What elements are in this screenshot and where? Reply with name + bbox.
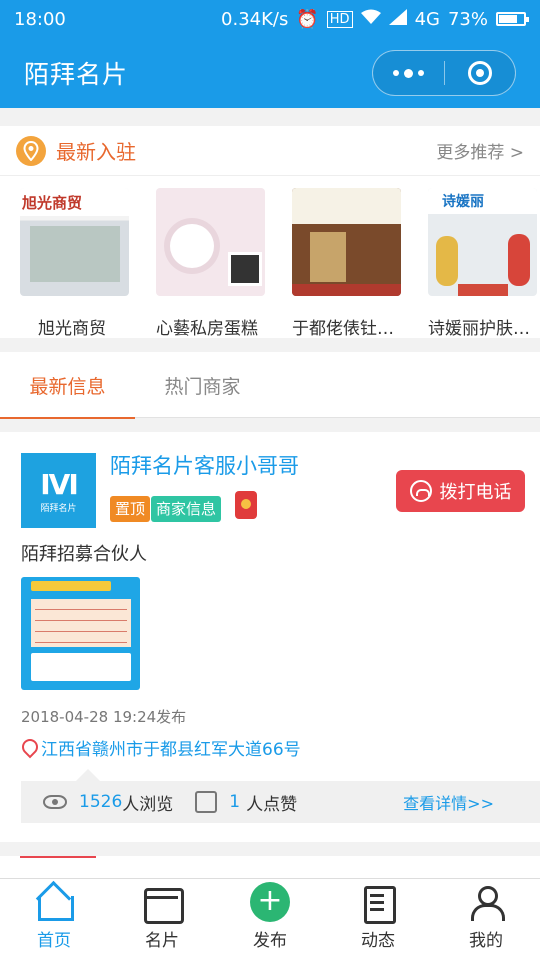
shop-sign: 诗媛丽 [428,188,537,214]
eye-icon [43,795,67,809]
card-icon [142,882,184,924]
shop-name: 于都佬俵钍… [292,319,394,339]
home-icon [34,882,74,922]
hd-icon: HD [326,10,353,28]
tabbar-label: 首页 [37,931,71,951]
post-address-text: 江西省赣州市于都县红军大道66号 [41,740,301,760]
tabbar-label: 我的 [469,931,503,951]
shop-item[interactable]: 心藝私房蛋糕 [156,188,265,339]
wifi-icon [360,9,381,30]
network-speed: 0.34K/s [221,8,289,30]
phone-icon [409,480,432,502]
new-entries-header: 最新入驻 更多推荐 > [0,126,540,176]
tabbar-label: 发布 [253,931,287,951]
call-button[interactable]: 拨打电话 [396,470,525,512]
page-title: 陌拜名片 [24,60,129,89]
shop-thumbnail [156,188,265,296]
new-entries-title: 最新入驻 [56,140,136,164]
plus-icon: + [250,882,290,922]
tabbar-label: 动态 [361,931,395,951]
alarm-icon: ⏰ [296,8,319,30]
tabbar-item-news[interactable]: 动态 [324,879,432,960]
title-bar: 陌拜名片 [0,38,540,108]
tabbar-item-me[interactable]: 我的 [432,879,540,960]
shop-sign: 旭光商贸 [20,188,129,216]
info-tabs: 最新信息 热门商家 [0,352,540,419]
status-time: 18:00 [14,8,66,30]
shop-thumbnail: 旭光商贸 [20,188,129,296]
tabbar-item-card[interactable]: 名片 [108,879,216,960]
thumbs-up-icon[interactable] [195,791,218,813]
post-content: 陌拜招募合伙人 [21,544,147,565]
like-count-suffix: 人点赞 [246,794,298,815]
news-icon [358,882,398,924]
shop-thumbnail: 诗媛丽 [428,188,537,296]
tabbar-label: 名片 [145,931,179,951]
shop-name: 诗媛丽护肤… [428,319,530,339]
call-button-label: 拨打电话 [439,482,512,503]
shop-name: 旭光商贸 [38,319,106,339]
like-count: 1 [229,792,241,812]
post-time: 2018-04-28 19:24发布 [21,708,187,726]
shop-item[interactable]: 旭光商贸 旭光商贸 [20,188,129,339]
network-type: 4G [414,8,440,30]
view-details-link[interactable]: 查看详情>> [403,790,494,814]
shop-item[interactable]: 于都佬俵钍… [292,188,401,339]
battery-icon [496,12,529,26]
user-icon [466,882,506,922]
tab-hot-merchants[interactable]: 热门商家 [135,352,270,418]
post-stats-bar: 1526 人浏览 1 人点赞 查看详情>> [21,769,540,823]
shop-thumbnail [292,188,401,296]
location-pin-icon [21,738,37,758]
shop-item[interactable]: 诗媛丽 诗媛丽护肤… [428,188,537,339]
avatar-logo: IVI [40,467,78,501]
merchant-info-badge: 商家信息 [151,496,222,522]
red-envelope-icon[interactable] [235,491,257,519]
avatar[interactable]: IVI 陌拜名片 [21,453,96,528]
close-miniprogram-button[interactable] [445,51,516,95]
tabbar-item-home[interactable]: 首页 [0,879,108,960]
pinned-badge: 置顶 [110,496,151,522]
post-image[interactable] [21,577,140,690]
more-recommend-link[interactable]: 更多推荐 > [436,138,524,163]
signal-icon [388,8,407,30]
poster-name[interactable]: 陌拜名片客服小哥哥 [110,450,299,480]
avatar-caption: 陌拜名片 [40,503,77,514]
battery-percent: 73% [447,8,488,30]
new-entries-section: 最新入驻 更多推荐 > 旭光商贸 旭光商贸 心藝私房蛋糕 于都佬俵钍… 诗媛丽 … [0,126,540,339]
shop-list: 旭光商贸 旭光商贸 心藝私房蛋糕 于都佬俵钍… 诗媛丽 诗媛丽护肤… [0,176,540,339]
tab-latest-info[interactable]: 最新信息 [0,352,135,419]
post-address[interactable]: 江西省赣州市于都县红军大道66号 [21,735,301,760]
view-count-suffix: 人浏览 [122,794,174,815]
close-circle-icon [467,61,492,85]
status-bar: 18:00 0.34K/s ⏰ HD 4G 73% [0,0,540,38]
tabbar-item-publish[interactable]: + 发布 [216,879,324,960]
shop-name: 心藝私房蛋糕 [156,319,258,339]
more-menu-button[interactable] [373,51,444,95]
bottom-tab-bar: 首页 名片 + 发布 动态 我的 [0,878,540,960]
location-pin-icon [16,135,46,166]
view-count: 1526 [79,792,123,812]
post-card[interactable]: IVI 陌拜名片 陌拜名片客服小哥哥 置顶 商家信息 拨打电话 陌拜招募合伙人 … [0,432,540,842]
miniprogram-capsule [372,50,516,96]
